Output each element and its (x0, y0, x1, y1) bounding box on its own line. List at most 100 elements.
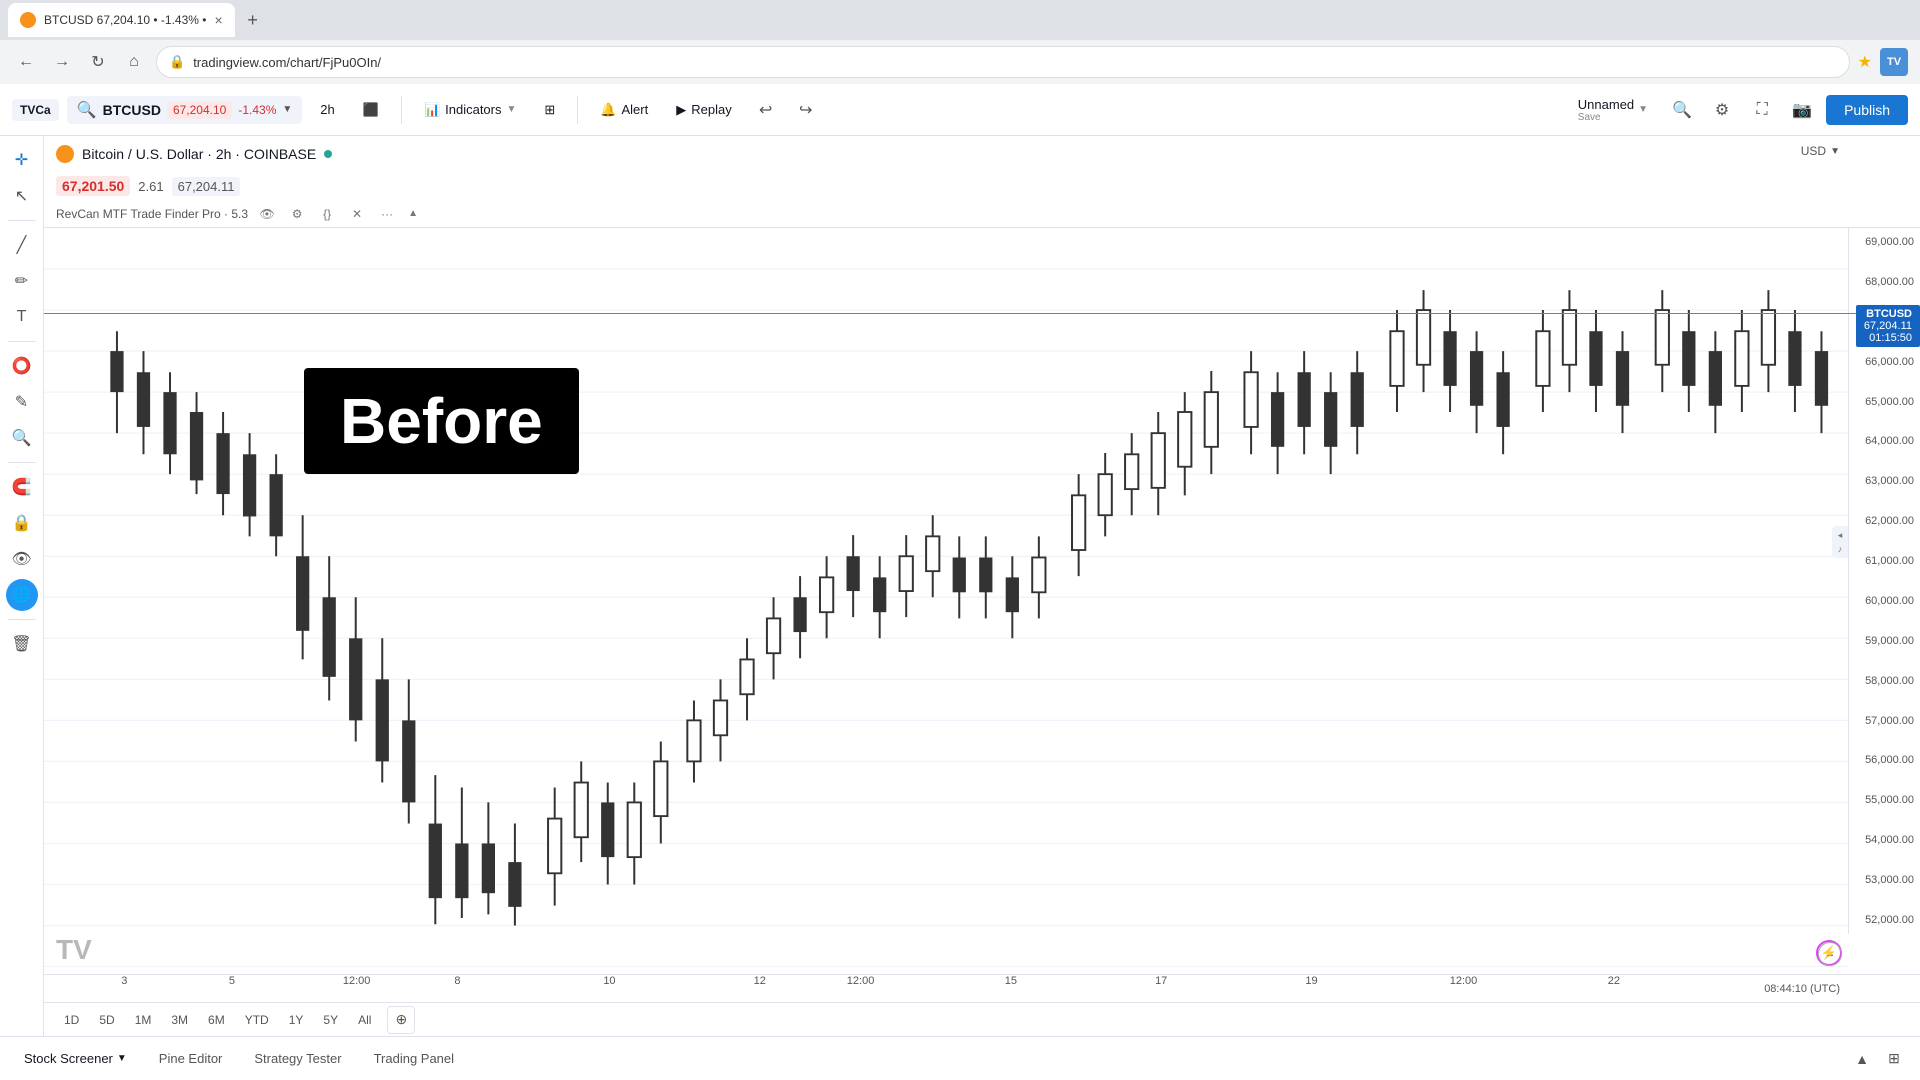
time-5y[interactable]: 5Y (315, 1009, 346, 1031)
expand-icon: ⊞ (1888, 1050, 1900, 1067)
time-1d[interactable]: 1D (56, 1009, 87, 1031)
time-1m[interactable]: 1M (127, 1009, 160, 1031)
collapse-btn[interactable]: ▲ (406, 207, 420, 221)
undo-button[interactable]: ↩ (750, 94, 782, 126)
globe-icon: 🌐 (12, 585, 32, 605)
scroll-end-btn[interactable]: → (1818, 942, 1842, 966)
tab-close-btn[interactable]: × (214, 12, 222, 28)
indicator-more-btn[interactable]: ··· (376, 203, 398, 225)
symbol-search[interactable]: 🔍 BTCUSD 67,204.10 -1.43% ▼ (67, 96, 303, 124)
layout-button[interactable]: ⊞ (534, 97, 565, 123)
redo-button[interactable]: ↪ (790, 94, 822, 126)
refresh-button[interactable]: ↻ (84, 48, 112, 76)
trendline-icon: ╱ (17, 235, 27, 255)
interval-label: 2h (320, 102, 334, 117)
crosshair-icon: ✛ (15, 150, 28, 170)
panel-icon-2[interactable]: ♪ (1838, 544, 1843, 554)
time-3m[interactable]: 3M (163, 1009, 196, 1031)
indicator-eye-btn[interactable]: 👁 (256, 203, 278, 225)
x-label-12: 12 (754, 975, 766, 987)
pine-editor-label: Pine Editor (159, 1051, 223, 1066)
time-all[interactable]: All (350, 1009, 379, 1031)
zoom-icon: 🔍 (12, 428, 32, 448)
tv-logo[interactable]: TVCa (12, 99, 59, 121)
indicator-code-btn[interactable]: {} (316, 203, 338, 225)
patterns-tool[interactable]: ⭕ (6, 350, 38, 382)
x-label-1200-1: 12:00 (343, 975, 371, 987)
time-1y[interactable]: 1Y (281, 1009, 312, 1031)
extension-button[interactable]: TV (1880, 48, 1908, 76)
expand-panel-btn[interactable]: ⊞ (1880, 1045, 1908, 1073)
home-button[interactable]: ⌂ (120, 48, 148, 76)
strategy-tester-tab[interactable]: Strategy Tester (242, 1045, 353, 1072)
browser-window: BTCUSD 67,204.10 • -1.43% • × + ← → ↻ ⌂ … (0, 0, 1920, 84)
stock-screener-label: Stock Screener (24, 1051, 113, 1066)
more-icon: ··· (381, 207, 393, 221)
globe-tool[interactable]: 🌐 (6, 579, 38, 611)
live-dot (324, 150, 332, 158)
zoom-tool[interactable]: 🔍 (6, 422, 38, 454)
text-tool[interactable]: T (6, 301, 38, 333)
interval-button[interactable]: 2h (310, 97, 344, 122)
screenshot-button[interactable]: 📷 (1786, 94, 1818, 126)
price-change-badge: -1.43% (238, 103, 276, 117)
price-dotted-line (44, 313, 1860, 314)
measure-tool[interactable]: ✎ (6, 386, 38, 418)
alert-button[interactable]: 🔔 Alert (590, 97, 658, 123)
x-label-3: 3 (121, 975, 127, 987)
magnet-icon: 🧲 (12, 477, 32, 497)
x-label-1200-2: 12:00 (847, 975, 875, 987)
publish-button[interactable]: Publish (1826, 95, 1908, 125)
new-tab-button[interactable]: + (239, 6, 267, 34)
unnamed-button[interactable]: Unnamed Save ▼ (1568, 92, 1658, 128)
price-tick-54k: 54,000.00 (1855, 834, 1914, 846)
chart-canvas[interactable]: Before 69,000.00 68,000.00 67,000.00 66,… (44, 228, 1920, 974)
search-chart-button[interactable]: 🔍 (1666, 94, 1698, 126)
magnet-tool[interactable]: 🧲 (6, 471, 38, 503)
bar-style-button[interactable]: ⬛ (353, 97, 389, 123)
time-6m[interactable]: 6M (200, 1009, 233, 1031)
price-tick-69k: 69,000.00 (1855, 236, 1914, 248)
pen-tool[interactable]: ✏ (6, 265, 38, 297)
indicator-bar: RevCan MTF Trade Finder Pro · 5.3 👁 ⚙ {}… (44, 200, 1920, 228)
price-exact: 67,204.11 (172, 177, 241, 196)
indicator-label: RevCan MTF Trade Finder Pro · 5.3 (56, 207, 248, 221)
fullscreen-button[interactable]: ⛶ (1746, 94, 1778, 126)
browser-tab[interactable]: BTCUSD 67,204.10 • -1.43% • × (8, 3, 235, 37)
price-label-right: BTCUSD 67,204.11 01:15:50 (1856, 305, 1920, 347)
x-axis: 3 5 12:00 8 10 12 12:00 15 17 19 12:00 2… (44, 974, 1920, 1002)
forward-button[interactable]: → (48, 48, 76, 76)
search-chart-icon: 🔍 (1672, 100, 1692, 120)
panel-icon-1[interactable]: ◂ (1838, 530, 1843, 541)
patterns-icon: ⭕ (12, 356, 32, 376)
address-bar[interactable]: 🔒 tradingview.com/chart/FjPu0OIn/ (156, 46, 1850, 78)
pine-editor-tab[interactable]: Pine Editor (147, 1045, 235, 1072)
trash-tool[interactable]: 🗑 (6, 628, 38, 660)
cursor-tool[interactable]: ↖ (6, 180, 38, 212)
trading-panel-tab[interactable]: Trading Panel (362, 1045, 466, 1072)
price-label-symbol: BTCUSD (1864, 308, 1912, 320)
collapse-panel-btn[interactable]: ▲ (1848, 1045, 1876, 1073)
compare-button[interactable]: ⊕ (387, 1006, 415, 1034)
compare-icon: ⊕ (396, 1011, 408, 1028)
indicator-settings-btn[interactable]: ⚙ (286, 203, 308, 225)
lock-tool[interactable]: 🔒 (6, 507, 38, 539)
toolbar-separator-1 (401, 96, 402, 124)
currency-label: USD ▼ (1801, 144, 1840, 158)
price-change: 2.61 (138, 179, 163, 194)
browser-nav: ← → ↻ ⌂ 🔒 tradingview.com/chart/FjPu0OIn… (0, 40, 1920, 84)
indicators-button[interactable]: 📊 Indicators ▼ (414, 97, 526, 123)
trendline-tool[interactable]: ╱ (6, 229, 38, 261)
replay-button[interactable]: ▶ Replay (666, 97, 741, 123)
settings-button[interactable]: ⚙ (1706, 94, 1738, 126)
crosshair-tool[interactable]: ✛ (6, 144, 38, 176)
watch-tool[interactable]: 👁 (6, 543, 38, 575)
time-5d[interactable]: 5D (91, 1009, 122, 1031)
back-button[interactable]: ← (12, 48, 40, 76)
star-button[interactable]: ★ (1858, 52, 1872, 72)
stock-screener-tab[interactable]: Stock Screener ▼ (12, 1045, 139, 1072)
price-label-value: 67,204.11 (1864, 320, 1912, 332)
indicator-remove-btn[interactable]: ✕ (346, 203, 368, 225)
time-ytd[interactable]: YTD (237, 1009, 277, 1031)
replay-icon: ▶ (676, 102, 686, 118)
